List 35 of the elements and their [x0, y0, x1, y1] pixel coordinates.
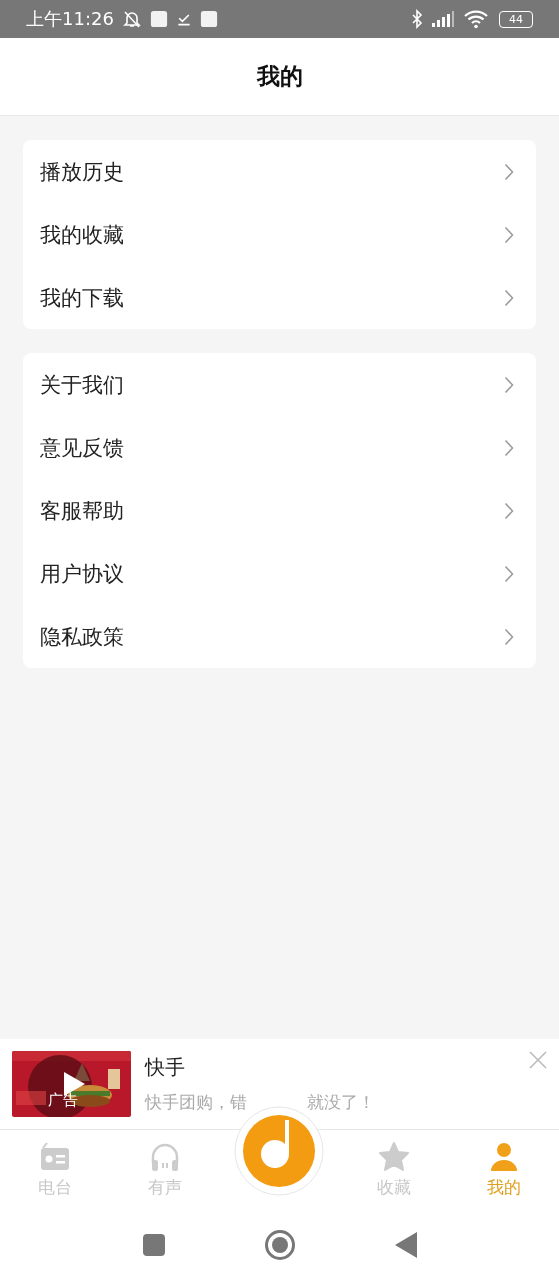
back-icon[interactable] — [394, 1232, 417, 1258]
chevron-right-icon — [504, 162, 514, 181]
battery-indicator: 44 — [499, 10, 533, 28]
menu-item[interactable]: 用户协议 — [23, 542, 536, 605]
ad-subtitle: 快手团购，错 — [145, 1091, 247, 1114]
status-time: 上午11:26 — [26, 7, 114, 31]
notification-icon — [199, 10, 218, 28]
chevron-right-icon — [504, 438, 514, 457]
menu-item[interactable]: 关于我们 — [23, 353, 536, 416]
menu-item[interactable]: 我的下载 — [23, 266, 536, 329]
menu-item[interactable]: 播放历史 — [23, 140, 536, 203]
home-icon[interactable] — [264, 1230, 295, 1260]
ad-label: 广告 — [48, 1091, 78, 1110]
chevron-right-icon — [504, 501, 514, 520]
ad-subtitle: 就没了！ — [307, 1091, 375, 1114]
page-title: 我的 — [256, 62, 303, 91]
chevron-right-icon — [504, 627, 514, 646]
menu-item[interactable]: 意见反馈 — [23, 416, 536, 479]
ad-title: 快手 — [145, 1054, 185, 1081]
bluetooth-icon — [411, 9, 423, 29]
chevron-right-icon — [504, 225, 514, 244]
menu-item[interactable]: 我的收藏 — [23, 203, 536, 266]
menu-item[interactable]: 隐私政策 — [23, 605, 536, 668]
notification-icon — [149, 10, 168, 28]
chevron-right-icon — [504, 288, 514, 307]
star-icon — [378, 1141, 411, 1173]
mute-icon — [121, 9, 142, 29]
radio-icon — [38, 1141, 71, 1173]
ad-banner[interactable]: 广告 快手 快手团购，错 就没了！ — [0, 1039, 559, 1130]
chevron-right-icon — [504, 564, 514, 583]
recents-icon[interactable] — [142, 1234, 165, 1256]
signal-icon — [431, 10, 455, 28]
chevron-right-icon — [504, 375, 514, 394]
menu-item[interactable]: 客服帮助 — [23, 479, 536, 542]
wifi-icon — [463, 9, 489, 29]
